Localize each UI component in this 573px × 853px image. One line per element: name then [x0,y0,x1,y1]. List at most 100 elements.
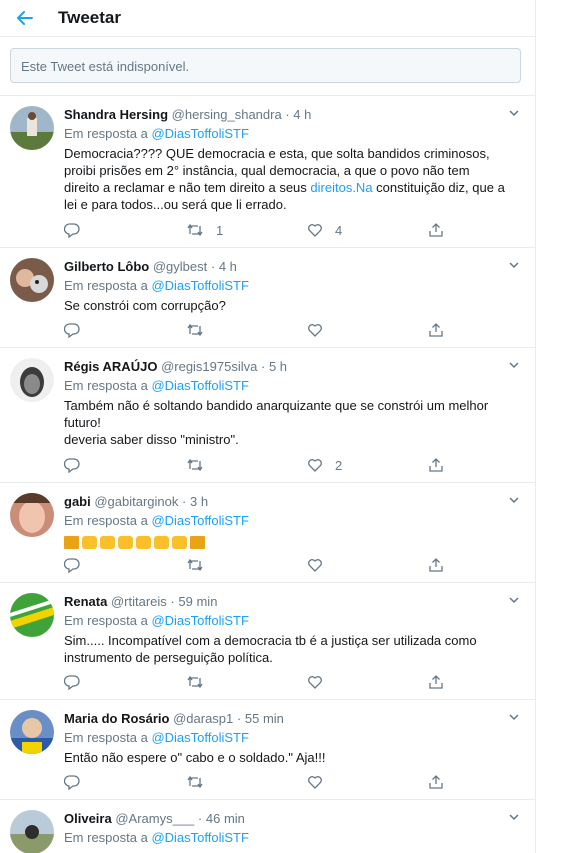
avatar[interactable] [10,710,54,754]
chevron-down-icon[interactable] [507,258,521,272]
author-handle[interactable]: @Aramys___ [115,811,194,826]
chevron-down-icon[interactable] [507,593,521,607]
retweet-button[interactable] [186,555,216,575]
chevron-down-icon[interactable] [507,810,521,824]
tweet-text: Se constrói com corrupção? [64,298,226,313]
separator-dot: · [197,811,203,826]
reply-button[interactable] [64,672,92,692]
clapping-hands-icon [100,536,115,549]
avatar[interactable] [10,106,54,150]
like-button[interactable]: 2 [307,455,342,475]
separator-dot: · [261,359,266,374]
share-button[interactable] [428,772,444,792]
author-name[interactable]: Gilberto Lôbo [64,259,149,274]
author-name[interactable]: Régis ARAÚJO [64,359,157,374]
retweet-button[interactable] [186,320,216,340]
share-button[interactable] [428,455,444,475]
author-name[interactable]: Oliveira [64,811,112,826]
back-button[interactable] [14,7,36,29]
retweet-button[interactable]: 1 [186,220,223,240]
tweet-time[interactable]: 46 min [206,811,245,826]
chevron-down-icon[interactable] [507,493,521,507]
reply-button[interactable] [64,220,92,240]
author-handle[interactable]: @gabitarginok [94,494,178,509]
tweet-time[interactable]: 4 h [293,107,311,122]
tweet-actions: 1 4 [64,220,444,240]
author-name[interactable]: Renata [64,594,107,609]
reply-icon [64,458,80,473]
reply-mention[interactable]: @DiasToffoliSTF [151,378,248,393]
like-button[interactable] [307,555,335,575]
clapping-hands-icon [172,536,187,549]
chevron-down-icon[interactable] [507,106,521,120]
tweet-item[interactable]: Maria do Rosário @darasp1 · 55 min Em re… [0,700,535,800]
avatar[interactable] [10,810,54,853]
separator-dot: · [170,594,175,609]
reply-mention[interactable]: @DiasToffoliSTF [151,613,248,628]
reply-icon [64,223,80,238]
like-button[interactable] [307,320,335,340]
reply-mention[interactable]: @DiasToffoliSTF [151,830,248,845]
author-name[interactable]: gabi [64,494,91,509]
share-button[interactable] [428,220,444,240]
author-handle[interactable]: @hersing_shandra [172,107,282,122]
share-button[interactable] [428,555,444,575]
balance-scale-icon [190,536,205,549]
like-button[interactable]: 4 [307,220,342,240]
tweet-time[interactable]: 59 min [178,594,217,609]
tweet-time[interactable]: 4 h [219,259,237,274]
share-icon [429,458,443,472]
author-name[interactable]: Maria do Rosário [64,711,169,726]
author-handle[interactable]: @rtitareis [111,594,167,609]
tweet-item[interactable]: Oliveira @Aramys___ · 46 min Em resposta… [0,800,535,853]
tweet-item[interactable]: Renata @rtitareis · 59 min Em resposta a… [0,583,535,700]
tweet-text: Democracia???? QUE democracia e esta, qu… [64,146,505,212]
reply-mention[interactable]: @DiasToffoliSTF [151,513,248,528]
tweet-item[interactable]: Régis ARAÚJO @regis1975silva · 5 h Em re… [0,348,535,483]
retweet-button[interactable] [186,455,216,475]
like-button[interactable] [307,672,335,692]
tweet-text: Sim..... Incompatível com a democracia t… [64,633,477,665]
retweet-button[interactable] [186,772,216,792]
tweet-item[interactable]: Shandra Hersing @hersing_shandra · 4 h E… [0,96,535,248]
tweet-item[interactable]: gabi @gabitarginok · 3 h Em resposta a @… [0,483,535,583]
retweet-icon [187,775,203,789]
chevron-down-icon[interactable] [507,358,521,372]
unavailable-notice: Este Tweet está indisponível. [10,48,521,83]
tweet-link[interactable]: direitos.Na [310,180,372,195]
avatar[interactable] [10,258,54,302]
chevron-down-icon[interactable] [507,710,521,724]
tweet-panel: Tweetar Este Tweet está indisponível. Sh… [0,0,536,853]
like-button[interactable] [307,772,335,792]
author-handle[interactable]: @regis1975silva [161,359,257,374]
reply-mention[interactable]: @DiasToffoliSTF [151,126,248,141]
author-handle[interactable]: @darasp1 [173,711,233,726]
avatar[interactable] [10,493,54,537]
retweet-icon [187,323,203,337]
heart-icon [308,459,322,472]
tweet-time[interactable]: 3 h [190,494,208,509]
author-name[interactable]: Shandra Hersing [64,107,168,122]
tweet-item[interactable]: Gilberto Lôbo @gylbest · 4 h Em resposta… [0,248,535,348]
tweet-time[interactable]: 5 h [269,359,287,374]
avatar[interactable] [10,358,54,402]
reply-prefix: Em resposta a [64,830,148,845]
reply-button[interactable] [64,320,92,340]
share-icon [429,558,443,572]
share-button[interactable] [428,672,444,692]
reply-button[interactable] [64,555,92,575]
author-handle[interactable]: @gylbest [153,259,207,274]
share-icon [429,775,443,789]
avatar[interactable] [10,593,54,637]
share-icon [429,323,443,337]
tweet-time[interactable]: 55 min [245,711,284,726]
clapping-hands-icon [154,536,169,549]
tweet-actions [64,772,444,792]
reply-mention[interactable]: @DiasToffoliSTF [151,278,248,293]
reply-button[interactable] [64,772,92,792]
reply-icon [64,558,80,573]
share-button[interactable] [428,320,444,340]
retweet-button[interactable] [186,672,216,692]
reply-mention[interactable]: @DiasToffoliSTF [151,730,248,745]
reply-button[interactable] [64,455,92,475]
